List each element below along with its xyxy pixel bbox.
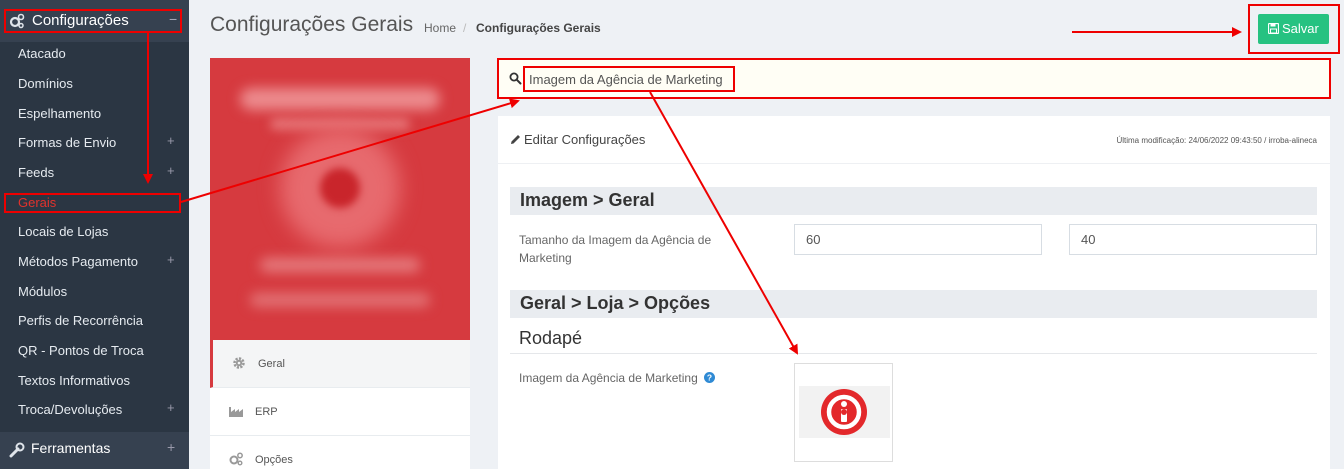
menu-item-label: Opções xyxy=(255,454,293,466)
settings-search-bar xyxy=(498,59,1330,98)
sidebar-item-locais-de-lojas[interactable]: Locais de Lojas xyxy=(0,218,189,246)
search-icon xyxy=(509,72,522,85)
sidebar-item-label: Atacado xyxy=(18,46,66,61)
collapse-icon[interactable]: − xyxy=(169,11,177,27)
expand-icon[interactable]: + xyxy=(167,163,175,178)
image-height-input[interactable] xyxy=(1069,224,1317,255)
sidebar-item-label: Perfis de Recorrência xyxy=(18,313,143,328)
help-icon[interactable]: ? xyxy=(704,372,716,383)
menu-item-erp[interactable]: ERP xyxy=(210,388,470,436)
gears-icon xyxy=(229,452,243,466)
floppy-disk-icon xyxy=(1268,23,1279,34)
image-width-input[interactable] xyxy=(794,224,1042,255)
sidebar-item-label: Formas de Envio xyxy=(18,135,117,150)
sidebar-item-feeds[interactable]: Feeds + xyxy=(0,159,189,187)
page-title: Configurações Gerais xyxy=(210,13,414,36)
breadcrumb-separator: / xyxy=(463,21,467,35)
sidebar-item-label: Domínios xyxy=(18,76,73,91)
sidebar-item-formas-de-envio[interactable]: Formas de Envio + xyxy=(0,129,189,157)
divider xyxy=(498,163,1330,164)
panel-title: Editar Configurações xyxy=(524,132,646,147)
breadcrumb-home-link[interactable]: Home xyxy=(424,21,456,35)
sidebar-item-troca-devolucoes[interactable]: Troca/Devoluções + xyxy=(0,396,189,424)
edit-settings-panel: Editar Configurações Última modificação:… xyxy=(498,116,1330,469)
sidebar-item-label: Locais de Lojas xyxy=(18,224,109,239)
image-size-label: Tamanho da Imagem da Agência de Marketin… xyxy=(519,233,712,265)
sidebar-item-label: Gerais xyxy=(18,195,57,210)
agency-logo-image xyxy=(799,386,890,438)
save-button[interactable]: Salvar xyxy=(1258,14,1329,44)
expand-icon[interactable]: + xyxy=(167,439,175,455)
section-title: Imagem > Geral xyxy=(520,190,655,210)
sidebar-item-espelhamento[interactable]: Espelhamento xyxy=(0,100,189,128)
sidebar-section-label: Ferramentas xyxy=(31,440,111,456)
agency-image-label: Imagem da Agência de Marketing xyxy=(519,371,698,385)
agency-logo-icon xyxy=(821,389,867,435)
divider xyxy=(510,353,1317,354)
section-header-geral-loja-opcoes: Geral > Loja > Opções xyxy=(510,290,1317,318)
last-modified-text: Última modificação: 24/06/2022 09:43:50 … xyxy=(1116,136,1317,145)
sidebar-section-ferramentas[interactable]: Ferramentas + xyxy=(0,432,189,469)
sidebar-item-textos-informativos[interactable]: Textos Informativos xyxy=(0,367,189,395)
expand-icon[interactable]: + xyxy=(167,133,175,148)
expand-icon[interactable]: + xyxy=(167,400,175,415)
agency-image-upload[interactable] xyxy=(794,363,893,462)
sidebar-item-label: Textos Informativos xyxy=(18,373,130,388)
sidebar: Configurações − Atacado Domínios Espelha… xyxy=(0,0,189,469)
save-button-label: Salvar xyxy=(1282,21,1319,36)
sidebar-item-label: QR - Pontos de Troca xyxy=(18,343,144,358)
pencil-icon xyxy=(511,135,520,144)
sidebar-item-perfis-de-recorrencia[interactable]: Perfis de Recorrência xyxy=(0,307,189,335)
wrench-icon xyxy=(9,442,25,458)
subsection-title: Rodapé xyxy=(519,328,583,348)
section-title: Geral > Loja > Opções xyxy=(520,293,711,313)
sidebar-item-atacado[interactable]: Atacado xyxy=(0,40,189,68)
gear-icon xyxy=(233,357,245,369)
breadcrumb-current: Configurações Gerais xyxy=(476,21,601,35)
menu-item-geral[interactable]: Geral xyxy=(210,340,470,388)
sidebar-item-gerais[interactable]: Gerais xyxy=(0,189,189,217)
svg-text:?: ? xyxy=(707,373,712,383)
menu-item-label: ERP xyxy=(255,406,278,418)
sidebar-item-label: Troca/Devoluções xyxy=(18,402,123,417)
menu-item-label: Geral xyxy=(258,358,285,370)
sidebar-item-label: Métodos Pagamento xyxy=(18,254,138,269)
sidebar-item-label: Feeds xyxy=(18,165,55,180)
section-header-imagem-geral: Imagem > Geral xyxy=(510,187,1317,215)
sidebar-item-qr-pontos-de-troca[interactable]: QR - Pontos de Troca xyxy=(0,337,189,365)
sidebar-item-label: Espelhamento xyxy=(18,106,102,121)
sidebar-item-modulos[interactable]: Módulos xyxy=(0,278,189,306)
agency-image-field: Imagem da Agência de Marketing ? xyxy=(519,369,716,387)
menu-item-opcoes[interactable]: Opções xyxy=(210,436,470,469)
sidebar-item-label: Módulos xyxy=(18,284,68,299)
sidebar-item-dominios[interactable]: Domínios xyxy=(0,70,189,98)
store-banner-image xyxy=(210,58,470,340)
sidebar-section-label: Configurações xyxy=(32,12,129,29)
sidebar-item-metodos-pagamento[interactable]: Métodos Pagamento + xyxy=(0,248,189,276)
settings-menu: Geral ERP Opções xyxy=(210,340,470,469)
industry-icon xyxy=(229,407,243,417)
search-input[interactable] xyxy=(529,69,829,89)
gears-icon xyxy=(9,13,25,29)
expand-icon[interactable]: + xyxy=(167,252,175,267)
sidebar-section-configuracoes[interactable]: Configurações − xyxy=(0,0,189,42)
